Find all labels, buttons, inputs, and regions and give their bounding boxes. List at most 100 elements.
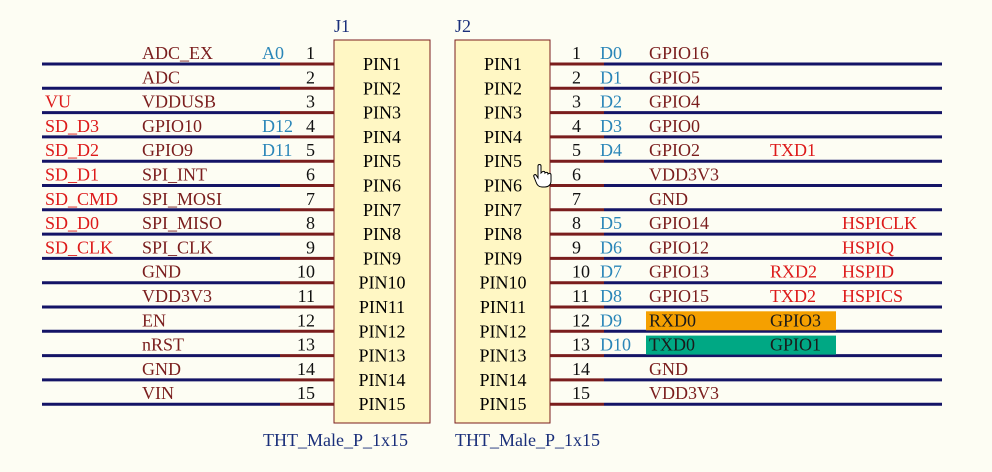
j1-pin-number: 4 xyxy=(306,116,315,136)
j1-pin-label: PIN13 xyxy=(358,346,405,366)
j1-gpio-label: D12 xyxy=(262,116,293,136)
j2-pin-label: PIN11 xyxy=(480,297,526,317)
j1-net-label: SPI_CLK xyxy=(142,237,213,257)
j2-pin-label: PIN5 xyxy=(484,151,522,171)
j2-pin-number: 6 xyxy=(572,165,581,185)
j1-net-label: ADC xyxy=(142,67,180,87)
j2-pin-label: PIN2 xyxy=(484,78,522,98)
j2-pin-number: 15 xyxy=(572,383,590,403)
j2-gpio-label: D7 xyxy=(600,262,622,282)
j1-net-label: SPI_INT xyxy=(142,165,207,185)
j1-pin-number: 3 xyxy=(306,92,315,112)
j2-footprint: THT_Male_P_1x15 xyxy=(455,430,600,450)
j2-pin-number: 13 xyxy=(572,335,590,355)
j2-net-label: GPIO2 xyxy=(649,140,700,160)
j2-pin-label: PIN15 xyxy=(479,394,526,414)
j2-net-label: GND xyxy=(649,359,688,379)
j1-gpio-label: A0 xyxy=(262,43,284,63)
j1-pin-label: PIN5 xyxy=(363,151,401,171)
j2-pin-number: 7 xyxy=(572,189,581,209)
j2-net-label: TXD0 xyxy=(649,335,695,355)
j2-spi-label: HSPICLK xyxy=(842,213,917,233)
j1-alias-label: SD_D2 xyxy=(45,140,99,160)
j2-pin-label: PIN4 xyxy=(484,127,522,147)
j1-pin-label: PIN15 xyxy=(358,394,405,414)
j2-pin-labels: PIN1 PIN2 PIN3 PIN4 PIN5 PIN6 PIN7 PIN8 PIN9 PIN1… xyxy=(479,54,526,414)
j1-net-label: ADC_EX xyxy=(142,43,213,63)
j1-pin-number: 10 xyxy=(297,262,315,282)
j1-pin-label: PIN11 xyxy=(359,297,405,317)
j2-net-label: GPIO13 xyxy=(649,262,709,282)
j2-pin-number: 10 xyxy=(572,262,590,282)
j1-pin-number: 6 xyxy=(306,165,315,185)
j2-net-label: GPIO12 xyxy=(649,237,709,257)
j2-pin-label: PIN13 xyxy=(479,346,526,366)
j2-pin-number: 12 xyxy=(572,310,590,330)
j2-net-label: VDD3V3 xyxy=(649,383,719,403)
j2-gpio-label: D9 xyxy=(600,310,622,330)
j1-pin-number: 5 xyxy=(306,140,315,160)
schematic-canvas: 1ADC_EX A02ADC3VDDUSBVU4GPIO10 D12SD_D35GP… xyxy=(0,0,992,472)
j1-pin-label: PIN10 xyxy=(358,273,405,293)
j2-net-label: GPIO15 xyxy=(649,286,709,306)
j2-pin-label: PIN10 xyxy=(479,273,526,293)
j1-pin-number: 8 xyxy=(306,213,315,233)
j2-pin-number: 1 xyxy=(572,43,581,63)
j1-pin-label: PIN7 xyxy=(363,200,401,220)
j1-pin-number: 2 xyxy=(306,67,315,87)
j2-gpio-label: D3 xyxy=(600,116,622,136)
j1-net-label: GPIO10 xyxy=(142,116,202,136)
j1-pin-number: 7 xyxy=(306,189,315,209)
j1-pin-label: PIN12 xyxy=(358,321,405,341)
j2-pin-label: PIN6 xyxy=(484,176,522,196)
j1-alias-label: VU xyxy=(45,92,71,112)
j2-func-label: GPIO3 xyxy=(770,310,821,330)
j2-gpio-label: D10 xyxy=(600,335,631,355)
j2-spi-label: HSPIQ xyxy=(842,237,894,257)
j2-net-label: GPIO16 xyxy=(649,43,709,63)
j2-net-label: VDD3V3 xyxy=(649,165,719,185)
j1-net-label: EN xyxy=(142,310,166,330)
j1-net-label: GPIO9 xyxy=(142,140,193,160)
j1-net-label: nRST xyxy=(142,335,184,355)
j2-gpio-label: D2 xyxy=(600,92,622,112)
j1-alias-label: SD_D3 xyxy=(45,116,99,136)
j2-gpio-label: D8 xyxy=(600,286,622,306)
j1-net-label: SPI_MISO xyxy=(142,213,222,233)
j2-gpio-label: D0 xyxy=(600,43,622,63)
j2-net-label: GND xyxy=(649,189,688,209)
j2-net-label: GPIO5 xyxy=(649,67,700,87)
j1-pin-label: PIN8 xyxy=(363,224,401,244)
j1-pin-label: PIN14 xyxy=(358,370,405,390)
j1-pin-label: PIN4 xyxy=(363,127,401,147)
j2-pin-number: 14 xyxy=(572,359,590,379)
j1-alias-label: SD_D0 xyxy=(45,213,99,233)
j2-pin-label: PIN9 xyxy=(484,248,522,268)
j2-gpio-label: D4 xyxy=(600,140,622,160)
j2-pin-number: 4 xyxy=(572,116,581,136)
j1-pin-number: 12 xyxy=(297,310,315,330)
j2-pin-number: 9 xyxy=(572,237,581,257)
j2-net-label: RXD0 xyxy=(649,310,696,330)
j1-alias-label: SD_D1 xyxy=(45,165,99,185)
j1-pin-label: PIN9 xyxy=(363,248,401,268)
j2-func-label: GPIO1 xyxy=(770,335,821,355)
j2-net-label: GPIO14 xyxy=(649,213,709,233)
j1-pin-number: 13 xyxy=(297,335,315,355)
j2-func-label: RXD2 xyxy=(770,262,817,282)
j1-designator: J1 xyxy=(334,16,350,36)
j2-gpio-label: D6 xyxy=(600,237,622,257)
j1-pin-labels: PIN1 PIN2 PIN3 PIN4 PIN5 PIN6 PIN7 PIN8 PIN9 PIN1… xyxy=(358,54,405,414)
j1-pin-number: 15 xyxy=(297,383,315,403)
j1-net-label: VIN xyxy=(142,383,174,403)
j1-pin-label: PIN3 xyxy=(363,103,401,123)
j2-pin-label: PIN14 xyxy=(479,370,526,390)
j2-net-label: GPIO0 xyxy=(649,116,700,136)
j2-pin-label: PIN3 xyxy=(484,103,522,123)
j2-pin-number: 3 xyxy=(572,92,581,112)
j2-func-label: TXD1 xyxy=(770,140,816,160)
j2-pin-label: PIN7 xyxy=(484,200,522,220)
j1-gpio-label: D11 xyxy=(262,140,292,160)
j2-designator: J2 xyxy=(455,16,471,36)
j2-spi-label: HSPICS xyxy=(842,286,903,306)
